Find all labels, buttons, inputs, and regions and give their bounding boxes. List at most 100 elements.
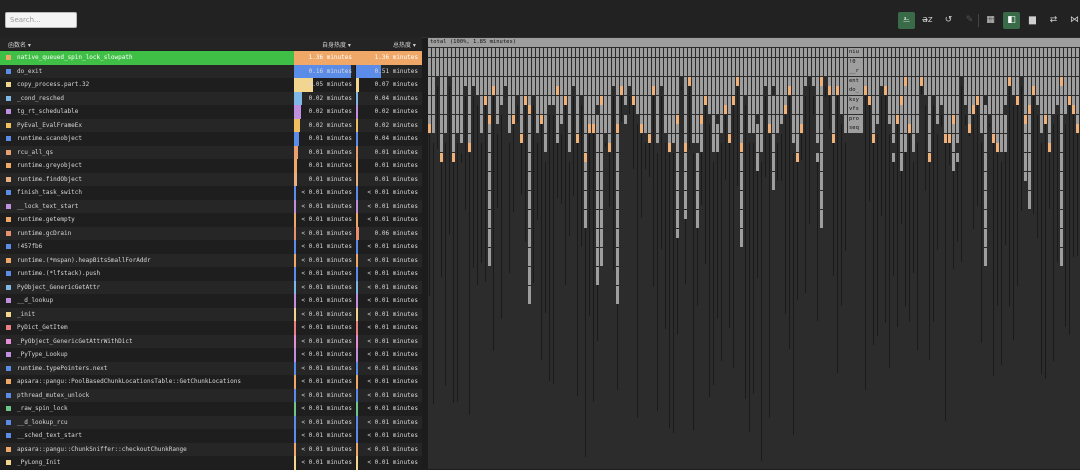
flame-frame[interactable]: [796, 58, 799, 67]
flame-frame[interactable]: [876, 77, 879, 86]
flame-frame[interactable]: [496, 48, 499, 57]
flame-frame[interactable]: [1052, 67, 1055, 76]
flame-frame[interactable]: [792, 58, 795, 67]
flame-frame[interactable]: [1028, 67, 1031, 76]
flame-frame[interactable]: [1072, 96, 1075, 105]
flame-frame[interactable]: [1076, 115, 1079, 124]
flame-frame[interactable]: ent: [848, 77, 864, 86]
flame-frame[interactable]: [440, 67, 443, 76]
flamegraph[interactable]: total (100%, 1.85 minutes) niu!0__rentdo…: [428, 37, 1080, 469]
flame-frame[interactable]: [452, 143, 455, 152]
flame-frame[interactable]: [752, 124, 755, 133]
flame-frame[interactable]: [732, 77, 735, 86]
flame-frame[interactable]: [456, 105, 459, 114]
flame-frame[interactable]: [820, 96, 823, 105]
flame-frame[interactable]: [524, 77, 527, 86]
flame-frame[interactable]: [632, 58, 635, 67]
flame-frame[interactable]: [584, 77, 587, 86]
flame-frame[interactable]: [992, 124, 995, 133]
flame-frame[interactable]: [904, 105, 907, 114]
flame-frame[interactable]: [460, 86, 463, 95]
flame-frame[interactable]: [904, 124, 907, 133]
flame-frame-hot[interactable]: [484, 96, 487, 105]
flame-frame[interactable]: [1076, 105, 1079, 114]
flame-frame[interactable]: [432, 67, 435, 76]
flame-frame[interactable]: [696, 210, 699, 219]
flame-frame[interactable]: [944, 115, 947, 124]
flame-frame[interactable]: [800, 48, 803, 57]
flame-frame[interactable]: [600, 191, 603, 200]
flame-frame[interactable]: [1004, 134, 1007, 143]
flame-frame[interactable]: [716, 124, 719, 133]
flame-frame[interactable]: [832, 67, 835, 76]
flame-frame-hot[interactable]: [800, 124, 803, 133]
flame-frame[interactable]: [488, 48, 491, 57]
flame-frame[interactable]: [528, 77, 531, 86]
flamegraph-view-icon[interactable]: ▆: [1024, 12, 1041, 29]
flame-frame[interactable]: [748, 58, 751, 67]
flame-frame[interactable]: [1028, 153, 1031, 162]
flame-frame[interactable]: [804, 67, 807, 76]
flame-frame[interactable]: [924, 48, 927, 57]
flame-frame[interactable]: [616, 86, 619, 95]
flame-frame[interactable]: [984, 229, 987, 238]
flame-frame[interactable]: [840, 58, 843, 67]
flame-frame[interactable]: [592, 67, 595, 76]
flame-frame[interactable]: [936, 77, 939, 86]
flame-frame[interactable]: [684, 124, 687, 133]
flame-frame[interactable]: [784, 96, 787, 105]
flame-frame[interactable]: [1004, 58, 1007, 67]
flame-frame[interactable]: [912, 124, 915, 133]
flame-frame[interactable]: [932, 48, 935, 57]
flame-frame[interactable]: [956, 86, 959, 95]
flame-frame[interactable]: [544, 48, 547, 57]
flame-frame[interactable]: [528, 96, 531, 105]
flame-frame[interactable]: [636, 48, 639, 57]
flame-frame[interactable]: [820, 191, 823, 200]
flame-frame[interactable]: [508, 86, 511, 95]
flame-frame[interactable]: [560, 105, 563, 114]
flame-frame[interactable]: [816, 77, 819, 86]
flame-frame[interactable]: [1060, 48, 1063, 57]
flame-frame[interactable]: [780, 105, 783, 114]
flame-frame[interactable]: [760, 67, 763, 76]
flame-frame-hot[interactable]: [1032, 86, 1035, 95]
flame-frame[interactable]: [488, 257, 491, 266]
flame-frame[interactable]: [956, 124, 959, 133]
flame-frame[interactable]: [592, 96, 595, 105]
flamegraph-root-frame[interactable]: total (100%, 1.85 minutes): [428, 38, 1080, 47]
flame-frame[interactable]: [952, 48, 955, 57]
search-input[interactable]: [5, 12, 77, 28]
flame-frame[interactable]: [872, 58, 875, 67]
flame-frame[interactable]: [672, 77, 675, 86]
column-header-total[interactable]: 总热度 ▾: [393, 40, 416, 49]
flame-frame[interactable]: [984, 219, 987, 228]
flame-frame[interactable]: [544, 105, 547, 114]
flame-frame[interactable]: [728, 58, 731, 67]
table-row[interactable]: rcu_all_qs0.01 minutes0.01 minutes: [0, 146, 422, 160]
flame-frame[interactable]: [596, 162, 599, 171]
flame-frame[interactable]: [844, 48, 847, 57]
flame-frame[interactable]: [1000, 86, 1003, 95]
flame-frame[interactable]: [1064, 58, 1067, 67]
flame-frame[interactable]: [924, 58, 927, 67]
flame-frame[interactable]: [572, 67, 575, 76]
flame-frame[interactable]: [596, 77, 599, 86]
flame-frame[interactable]: [916, 105, 919, 114]
flame-frame[interactable]: [684, 181, 687, 190]
flame-frame[interactable]: [796, 77, 799, 86]
flame-frame[interactable]: [972, 86, 975, 95]
flame-frame[interactable]: [584, 210, 587, 219]
flame-frame[interactable]: [636, 86, 639, 95]
flame-frame[interactable]: [492, 48, 495, 57]
flame-frame[interactable]: [740, 105, 743, 114]
flame-frame[interactable]: [528, 191, 531, 200]
flame-frame[interactable]: [820, 124, 823, 133]
flame-frame-hot[interactable]: [592, 124, 595, 133]
flame-frame[interactable]: [752, 115, 755, 124]
flame-frame[interactable]: [740, 219, 743, 228]
flame-frame[interactable]: [952, 124, 955, 133]
flame-frame[interactable]: [780, 115, 783, 124]
flame-frame[interactable]: [908, 86, 911, 95]
flame-frame[interactable]: [1040, 58, 1043, 67]
